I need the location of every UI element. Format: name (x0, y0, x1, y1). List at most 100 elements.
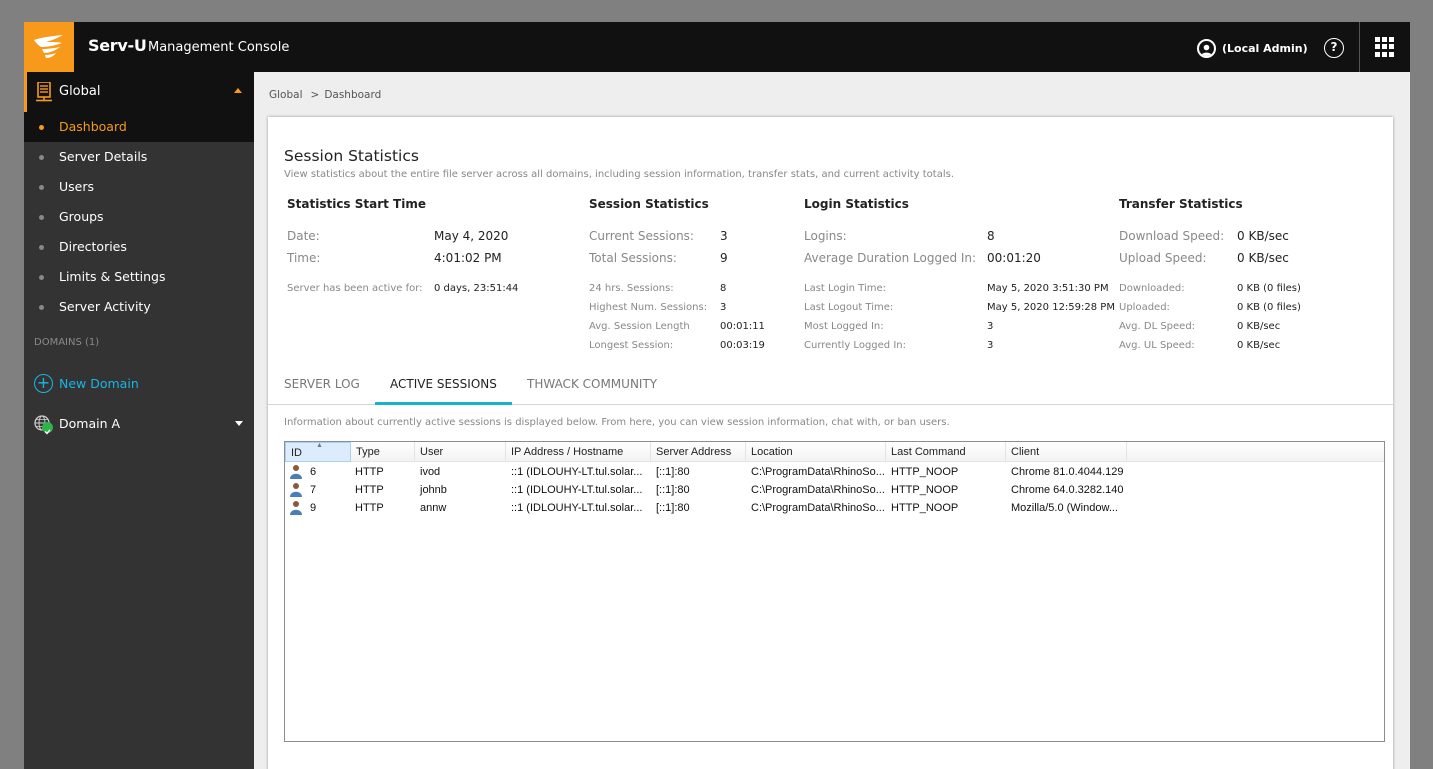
stat-value: May 5, 2020 3:51:30 PM (987, 283, 1109, 294)
cell-type: HTTP (355, 466, 384, 478)
cell-client: Mozilla/5.0 (Window... (1011, 502, 1118, 514)
solarwinds-logo-icon[interactable] (24, 22, 74, 72)
sidebar-item-label: Groups (59, 209, 104, 224)
sidebar-item-directories[interactable]: Directories (24, 232, 254, 262)
stat-label: Upload Speed: (1119, 251, 1207, 265)
stat-value: 3 (987, 321, 994, 332)
stat-label: Avg. UL Speed: (1119, 340, 1195, 351)
tab-active-sessions[interactable]: ACTIVE SESSIONS (375, 377, 512, 405)
stat-label: 24 hrs. Sessions: (589, 283, 674, 294)
app-grid-icon[interactable] (1375, 37, 1395, 57)
stat-value: 0 KB (0 files) (1237, 302, 1301, 313)
session-row[interactable]: 6 HTTP ivod ::1 (IDLOUHY-LT.tul.solar...… (285, 463, 1384, 481)
sort-ascending-icon: ▲ (316, 442, 323, 449)
cell-last-command: HTTP_NOOP (891, 484, 959, 496)
sidebar-item-dashboard[interactable]: Dashboard (24, 112, 254, 142)
cell-last-command: HTTP_NOOP (891, 466, 959, 478)
breadcrumb-current: Dashboard (324, 89, 382, 101)
chevron-down-icon[interactable] (235, 421, 243, 426)
sidebar-item-label: Directories (59, 239, 127, 254)
sidebar-item-label: Limits & Settings (59, 269, 166, 284)
cell-user: annw (420, 502, 447, 514)
session-row[interactable]: 7 HTTP johnb ::1 (IDLOUHY-LT.tul.solar..… (285, 481, 1384, 499)
status-ok-icon (42, 422, 53, 435)
sidebar-item-domain-a[interactable]: Domain A (34, 413, 254, 435)
cell-ip: ::1 (IDLOUHY-LT.tul.solar... (511, 502, 643, 514)
sidebar-item-limits-settings[interactable]: Limits & Settings (24, 262, 254, 292)
cell-server-address: [::1]:80 (656, 466, 690, 478)
tab-server-log[interactable]: SERVER LOG (269, 377, 375, 405)
tab-thwack-community[interactable]: THWACK COMMUNITY (512, 377, 672, 405)
breadcrumb-root[interactable]: Global (269, 89, 303, 101)
column-header-id[interactable]: ▲ ID (285, 442, 351, 462)
sidebar-item-server-details[interactable]: Server Details (24, 142, 254, 172)
stat-value: 9 (720, 251, 728, 265)
column-header-client[interactable]: Client (1006, 442, 1127, 462)
sidebar-item-server-activity[interactable]: Server Activity (24, 292, 254, 322)
user-icon (290, 464, 302, 479)
stats-session-heading: Session Statistics (589, 197, 709, 211)
stat-label: Download Speed: (1119, 229, 1225, 243)
sidebar-item-users[interactable]: Users (24, 172, 254, 202)
sidebar-global-label: Global (59, 84, 101, 99)
stat-value: 00:03:19 (720, 340, 765, 351)
session-row[interactable]: 9 HTTP annw ::1 (IDLOUHY-LT.tul.solar...… (285, 499, 1384, 517)
stat-value: 0 KB/sec (1237, 340, 1281, 351)
domain-a-label: Domain A (59, 416, 121, 431)
breadcrumb: Global > Dashboard (269, 89, 381, 101)
stat-label: Server has been active for: (287, 283, 423, 294)
stat-label: Average Duration Logged In: (804, 251, 977, 265)
bullet-icon (39, 305, 44, 310)
stat-label: Avg. DL Speed: (1119, 321, 1196, 332)
bullet-icon (39, 125, 44, 130)
new-domain-label: New Domain (59, 375, 139, 391)
brand-name: Serv-U (88, 36, 147, 55)
stat-value: 8 (987, 229, 995, 243)
stat-value: 0 KB/sec (1237, 321, 1281, 332)
sidebar-item-label: Users (59, 179, 95, 194)
column-header-server-address[interactable]: Server Address (651, 442, 746, 462)
column-header-location[interactable]: Location (746, 442, 886, 462)
user-icon (290, 500, 302, 515)
tab-info-text: Information about currently active sessi… (284, 417, 950, 428)
sidebar-global-header[interactable]: Global (24, 72, 254, 112)
bullet-icon (39, 155, 44, 160)
topbar-divider (1359, 22, 1360, 72)
stat-value: 00:01:20 (987, 251, 1041, 265)
stat-label: Last Login Time: (804, 283, 887, 294)
stat-value: 0 days, 23:51:44 (434, 283, 519, 294)
stat-label: Currently Logged In: (804, 340, 906, 351)
stats-login-heading: Login Statistics (804, 197, 909, 211)
stat-value: 4:01:02 PM (434, 251, 502, 265)
cell-user: johnb (420, 484, 447, 496)
stat-value: 3 (720, 302, 727, 313)
stat-value: 3 (987, 340, 994, 351)
user-menu[interactable]: (Local Admin) (1197, 37, 1308, 59)
bullet-icon (39, 245, 44, 250)
cell-location: C:\ProgramData\RhinoSo... (751, 484, 885, 496)
stat-label: Most Logged In: (804, 321, 884, 332)
bullet-icon (39, 215, 44, 220)
new-domain-button[interactable]: + New Domain (34, 372, 139, 394)
column-header-ip[interactable]: IP Address / Hostname (506, 442, 651, 462)
active-sessions-list[interactable]: ▲ ID Type User IP Address / Hostname Ser… (284, 441, 1385, 742)
bullet-icon (39, 275, 44, 280)
column-header-last-command[interactable]: Last Command (886, 442, 1006, 462)
cell-user: ivod (420, 466, 441, 478)
brand-subtitle: Management Console (148, 40, 290, 55)
sidebar: Global Dashboard Server Details Users Gr… (24, 72, 254, 769)
app-window: Serv-U Management Console (Local Admin) … (24, 22, 1410, 769)
sidebar-item-label: Dashboard (59, 119, 127, 134)
column-header-type[interactable]: Type (351, 442, 415, 462)
stats-transfer-heading: Transfer Statistics (1119, 197, 1243, 211)
stat-label: Highest Num. Sessions: (589, 302, 708, 313)
sidebar-item-label: Server Details (59, 149, 148, 164)
column-header-user[interactable]: User (415, 442, 506, 462)
stat-value: 00:01:11 (720, 321, 765, 332)
cell-location: C:\ProgramData\RhinoSo... (751, 466, 885, 478)
chevron-up-icon[interactable] (234, 88, 242, 93)
stat-label: Avg. Session Length (589, 321, 690, 332)
stat-label: Uploaded: (1119, 302, 1170, 313)
help-button[interactable]: ? (1324, 38, 1344, 58)
sidebar-item-groups[interactable]: Groups (24, 202, 254, 232)
